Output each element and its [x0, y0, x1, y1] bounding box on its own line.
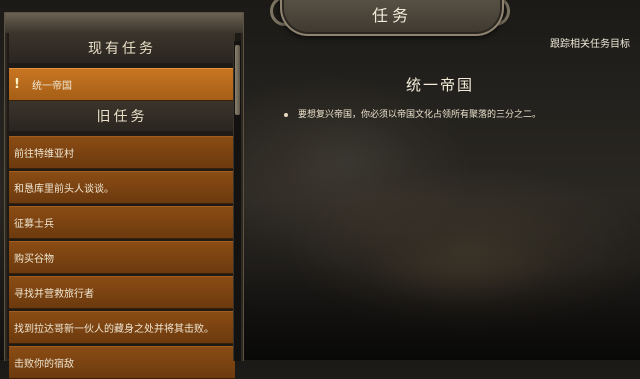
quest-item-label: 和恳库里前头人谈谈。: [14, 184, 114, 195]
quest-alert-icon: !: [14, 77, 20, 92]
old-quest-item[interactable]: 前往特维亚村: [9, 136, 235, 169]
panel-frame-top: [5, 13, 243, 33]
old-quest-item[interactable]: 击败你的宿敌: [9, 346, 235, 379]
quest-item-label: 前往特维亚村: [14, 149, 74, 160]
bullet-icon: [284, 113, 288, 117]
quest-detail-title: 统一帝国: [405, 76, 474, 94]
old-quest-item[interactable]: 和恳库里前头人谈谈。: [9, 171, 235, 204]
quest-detail-description: 要想复兴帝国，你必须以帝国文化占领所有聚落的三分之二。: [298, 110, 542, 120]
quest-item-unify-empire[interactable]: ! 统一帝国: [9, 68, 235, 101]
page-title: 任务: [371, 6, 412, 25]
old-quest-item[interactable]: 寻找并营救旅行者: [9, 276, 235, 309]
quest-item-label: 统一帝国: [32, 81, 72, 92]
quest-item-label: 击败你的宿敌: [14, 359, 74, 370]
old-quest-item[interactable]: 征募士兵: [9, 206, 235, 239]
old-quest-item[interactable]: 找到拉达哥新一伙人的藏身之处并将其击败。: [9, 311, 235, 344]
old-quest-item[interactable]: 购买谷物: [9, 241, 235, 274]
quest-list-scrollbar[interactable]: [233, 41, 241, 361]
quest-list-panel: 现有任务 ! 统一帝国 旧任务 前往特维亚村 和恳库里前头人谈谈。 征募士兵 购…: [4, 12, 244, 379]
quest-item-label: 寻找并营救旅行者: [14, 289, 94, 300]
scrollbar-thumb[interactable]: [235, 45, 240, 115]
old-quests-header: 旧任务: [9, 101, 235, 131]
quest-item-label: 购买谷物: [14, 254, 54, 265]
background-scene: [240, 120, 640, 360]
track-quest-objectives-button[interactable]: 跟踪相关任务目标: [470, 35, 630, 50]
quest-item-label: 找到拉达哥新一伙人的藏身之处并将其击败。: [14, 324, 214, 335]
current-quests-header: 现有任务: [9, 33, 235, 63]
quest-item-label: 征募士兵: [14, 219, 54, 230]
